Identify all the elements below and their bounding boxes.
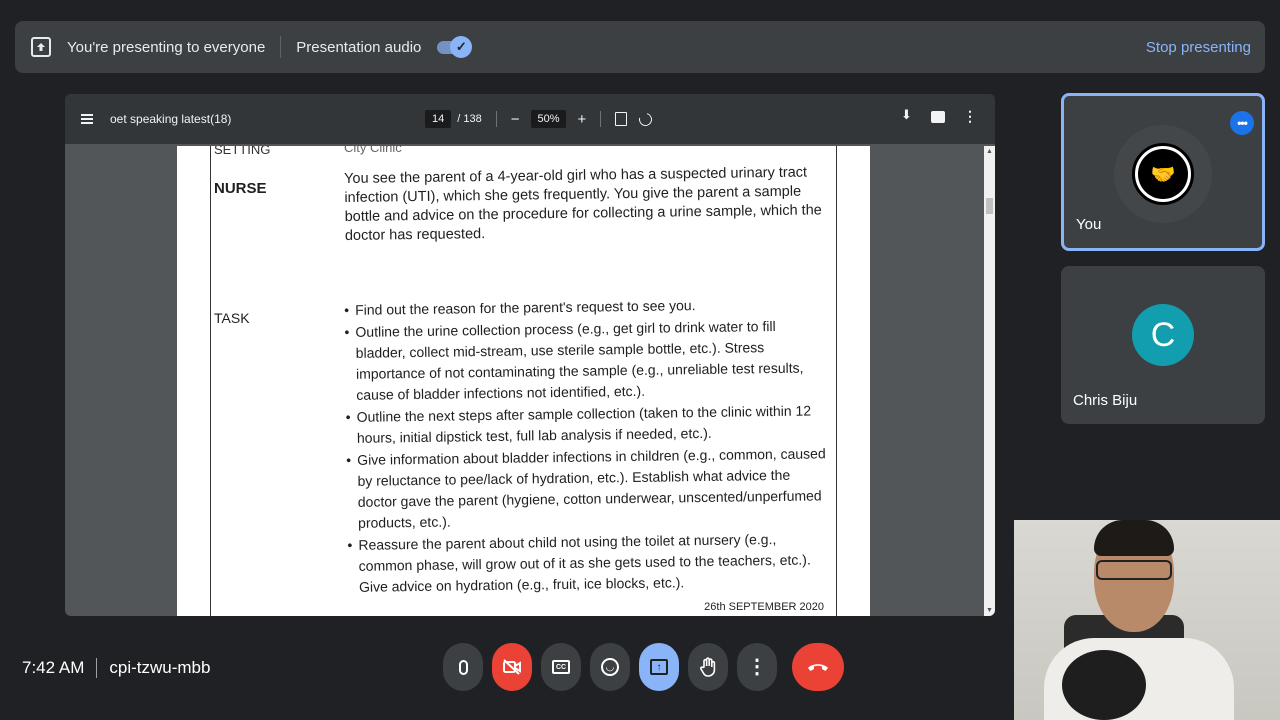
task-list: Find out the reason for the parent's req…	[344, 293, 828, 599]
video-microphone	[1062, 650, 1146, 720]
raise-hand-button[interactable]	[688, 643, 728, 691]
more-options-icon: ⋮	[747, 656, 767, 678]
document-title: oet speaking latest(18)	[110, 112, 232, 126]
task-item: Reassure the parent about child not usin…	[347, 528, 828, 598]
call-controls: CC ◡ ↑ ⋮	[443, 643, 853, 691]
present-screen-icon	[31, 37, 51, 57]
nurse-description: You see the parent of a 4-year-old girl …	[344, 164, 822, 244]
lifestyle-logo: 🤝	[1132, 143, 1194, 205]
camera-off-button[interactable]	[492, 643, 532, 691]
hang-up-icon	[808, 664, 828, 671]
divider	[96, 658, 98, 678]
check-icon: ✓	[450, 36, 473, 58]
presentation-audio-label: Presentation audio	[296, 38, 422, 56]
captions-button[interactable]: CC	[541, 643, 581, 691]
pdf-toolbar: oet speaking latest(18) 14 / 138 − 50% +…	[65, 94, 995, 144]
microphone-icon	[458, 659, 468, 675]
vertical-scrollbar[interactable]: ▲ ▼	[984, 146, 995, 616]
page-border-left	[210, 146, 211, 616]
handshake-icon: 🤝	[1138, 149, 1188, 199]
meet-window: You're presenting to everyone Presentati…	[0, 0, 1280, 720]
zoom-level-input[interactable]: 50%	[531, 110, 566, 128]
page-date: 26th SEPTEMBER 2020	[704, 601, 824, 613]
setting-label: SETTING	[214, 146, 271, 157]
presenting-bar: You're presenting to everyone Presentati…	[15, 21, 1265, 73]
toolbar-actions: ⋮	[901, 107, 977, 123]
emoji-icon: ◡	[601, 658, 619, 676]
self-video-feed	[1014, 520, 1280, 720]
zoom-out-button[interactable]: −	[511, 111, 520, 128]
scroll-thumb[interactable]	[986, 198, 993, 214]
page-border-right	[836, 146, 837, 616]
page-controls: 14 / 138 − 50% +	[425, 108, 655, 130]
avatar: C	[1132, 304, 1194, 366]
download-icon[interactable]	[901, 107, 913, 123]
participant-tile-you[interactable]: 🤝 ••• You	[1061, 93, 1265, 251]
microphone-button[interactable]	[443, 643, 483, 691]
more-options-button[interactable]: ⋮	[737, 643, 777, 691]
more-options-icon[interactable]: •••	[1230, 111, 1254, 135]
presentation-audio-toggle[interactable]: ✓	[437, 36, 473, 58]
pdf-viewer: oet speaking latest(18) 14 / 138 − 50% +…	[65, 94, 995, 616]
divider	[280, 36, 282, 58]
task-item: Give information about bladder infection…	[346, 443, 827, 534]
print-icon[interactable]	[931, 111, 945, 123]
divider	[600, 111, 602, 127]
present-now-button[interactable]: ↑	[639, 643, 679, 691]
hand-icon	[700, 657, 716, 677]
rotate-icon[interactable]	[636, 110, 655, 128]
stop-presenting-button[interactable]: Stop presenting	[1146, 39, 1251, 56]
scroll-down-icon[interactable]: ▼	[986, 607, 993, 614]
camera-off-icon	[503, 659, 521, 675]
nurse-label: NURSE	[214, 180, 267, 197]
task-item: Outline the next steps after sample coll…	[345, 400, 826, 449]
present-screen-icon: ↑	[650, 659, 668, 675]
task-item: Outline the urine collection process (e.…	[344, 315, 825, 406]
meeting-code: cpi-tzwu-mbb	[109, 658, 211, 677]
participant-name: Chris Biju	[1073, 392, 1138, 409]
avatar: 🤝	[1114, 125, 1212, 223]
pdf-page: SETTING City Clinic NURSE You see the pa…	[177, 146, 870, 616]
video-person-glasses	[1096, 560, 1172, 580]
current-time: 7:42 AM	[22, 658, 85, 677]
fit-page-icon[interactable]	[615, 112, 628, 126]
menu-icon[interactable]	[81, 114, 93, 124]
zoom-in-button[interactable]: +	[578, 111, 587, 128]
captions-icon: CC	[552, 660, 570, 674]
setting-value: City Clinic	[344, 146, 402, 155]
presenting-status: You're presenting to everyone	[67, 38, 266, 56]
task-label: TASK	[214, 310, 250, 326]
scroll-up-icon[interactable]: ▲	[986, 148, 993, 155]
meeting-info: 7:42 AM cpi-tzwu-mbb	[22, 658, 210, 678]
page-total: / 138	[457, 113, 482, 125]
video-person-hair	[1094, 520, 1174, 556]
page-number-input[interactable]: 14	[425, 110, 452, 128]
leave-call-button[interactable]	[792, 643, 844, 691]
divider	[495, 111, 497, 127]
reactions-button[interactable]: ◡	[590, 643, 630, 691]
participant-tile-chris[interactable]: C Chris Biju	[1061, 266, 1265, 424]
more-options-icon[interactable]: ⋮	[963, 109, 977, 123]
participant-name: You	[1076, 216, 1102, 233]
